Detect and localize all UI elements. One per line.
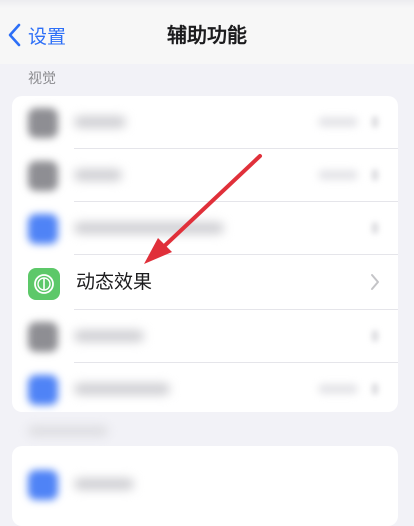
chevron-right-icon bbox=[372, 116, 378, 128]
blurred-setting-row[interactable] bbox=[12, 149, 398, 201]
blurred-setting-label bbox=[74, 222, 224, 234]
blurred-setting-label bbox=[74, 116, 126, 128]
motion-setting-label: 动态效果 bbox=[76, 271, 153, 293]
motion-icon bbox=[34, 274, 54, 294]
chevron-right-icon bbox=[372, 222, 378, 234]
blurred-section-header bbox=[28, 426, 108, 436]
section-header-vision: 视觉 bbox=[28, 71, 56, 87]
vision-settings-group: 动态效果 bbox=[12, 96, 398, 412]
chevron-right-icon bbox=[372, 383, 378, 395]
chevron-right-icon bbox=[371, 274, 379, 290]
blurred-setting-value bbox=[318, 170, 358, 180]
navigation-bar: 设置 辅助功能 bbox=[0, 0, 414, 64]
chevron-right-icon bbox=[372, 330, 378, 342]
blurred-setting-icon bbox=[28, 161, 58, 191]
blurred-setting-label bbox=[74, 383, 170, 395]
blurred-setting-icon bbox=[28, 214, 58, 244]
blurred-setting-icon bbox=[28, 108, 58, 138]
blurred-setting-icon bbox=[28, 470, 58, 500]
blurred-setting-value bbox=[318, 384, 358, 394]
blurred-setting-row[interactable] bbox=[12, 310, 398, 362]
blurred-setting-row[interactable] bbox=[12, 96, 398, 148]
blurred-setting-label bbox=[74, 169, 122, 181]
blurred-settings-group bbox=[12, 446, 398, 526]
blurred-setting-row[interactable] bbox=[12, 202, 398, 254]
motion-setting-row[interactable]: 动态效果 bbox=[12, 255, 398, 309]
blurred-setting-icon bbox=[28, 375, 58, 405]
blurred-setting-label bbox=[74, 330, 144, 342]
blurred-setting-row[interactable] bbox=[12, 363, 398, 412]
blurred-setting-icon bbox=[28, 322, 58, 352]
chevron-right-icon bbox=[372, 169, 378, 181]
blurred-setting-label bbox=[74, 478, 134, 490]
blurred-setting-value bbox=[318, 117, 358, 127]
page-title: 辅助功能 bbox=[167, 23, 247, 47]
blurred-setting-row[interactable] bbox=[12, 458, 398, 510]
